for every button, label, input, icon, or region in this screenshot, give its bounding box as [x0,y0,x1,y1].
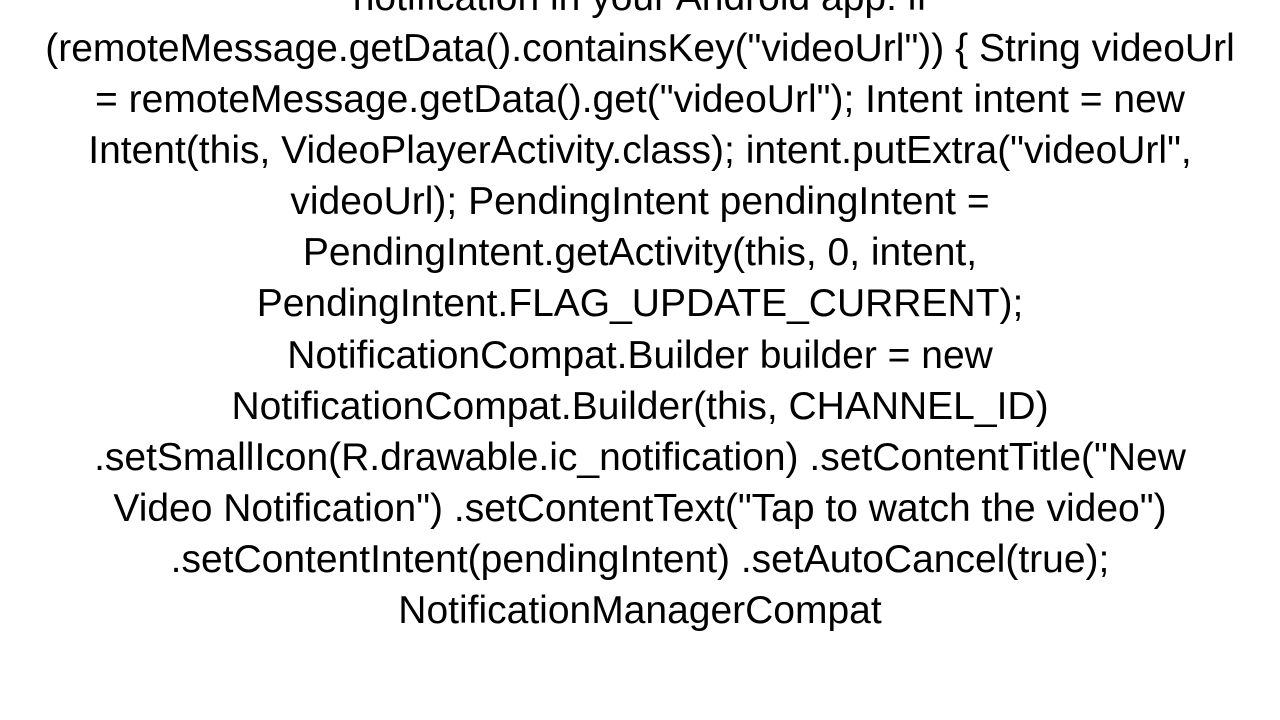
code-text-block: notification in your Android app: if (re… [40,0,1240,636]
document-content: notification in your Android app: if (re… [0,0,1280,720]
